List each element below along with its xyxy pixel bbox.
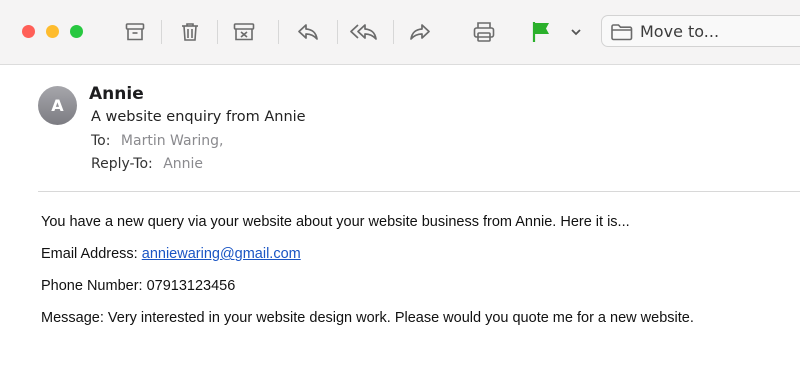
to-recipient[interactable]: Martin Waring, (121, 133, 224, 149)
body-phone: Phone Number: 07913123456 (41, 278, 236, 294)
reply-icon (298, 24, 318, 40)
forward-button[interactable] (405, 16, 435, 48)
toolbar-separator (217, 20, 218, 44)
header-divider (38, 191, 800, 192)
body-email-line: Email Address: anniewaring@gmail.com (41, 246, 301, 262)
reply-all-icon (350, 24, 377, 40)
message-subject: A website enquiry from Annie (91, 109, 306, 125)
to-label: To: (91, 133, 111, 149)
reply-to-label: Reply-To: (91, 156, 153, 172)
flag-icon (532, 22, 549, 42)
junk-icon (233, 23, 255, 41)
junk-button[interactable] (229, 16, 259, 48)
folder-icon (611, 24, 633, 41)
toolbar: Move to... (0, 0, 800, 65)
chevron-down-icon (571, 29, 581, 36)
print-icon (473, 22, 495, 42)
minimize-window-button[interactable] (46, 25, 59, 38)
flag-button[interactable] (527, 16, 555, 48)
to-row: To: Martin Waring, (91, 133, 223, 149)
email-label: Email Address: (41, 246, 142, 262)
toolbar-separator (393, 20, 394, 44)
forward-icon (410, 24, 430, 40)
zoom-window-button[interactable] (70, 25, 83, 38)
delete-button[interactable] (175, 16, 205, 48)
avatar: A (38, 86, 77, 125)
archive-button[interactable] (120, 16, 150, 48)
body-intro: You have a new query via your website ab… (41, 214, 630, 230)
body-message: Message: Very interested in your website… (41, 310, 694, 326)
close-window-button[interactable] (22, 25, 35, 38)
email-link[interactable]: anniewaring@gmail.com (142, 246, 301, 262)
archive-icon (125, 23, 145, 41)
toolbar-separator (278, 20, 279, 44)
move-to-button[interactable]: Move to... (601, 15, 800, 47)
reply-to-recipient[interactable]: Annie (163, 156, 203, 172)
reply-all-button[interactable] (347, 16, 381, 48)
reply-to-row: Reply-To: Annie (91, 156, 203, 172)
toolbar-separator (337, 20, 338, 44)
move-to-label: Move to... (640, 22, 720, 41)
print-button[interactable] (469, 16, 499, 48)
toolbar-separator (161, 20, 162, 44)
flag-menu-button[interactable] (566, 16, 586, 48)
reply-button[interactable] (293, 16, 323, 48)
trash-icon (182, 23, 198, 41)
sender-name: Annie (89, 84, 144, 104)
